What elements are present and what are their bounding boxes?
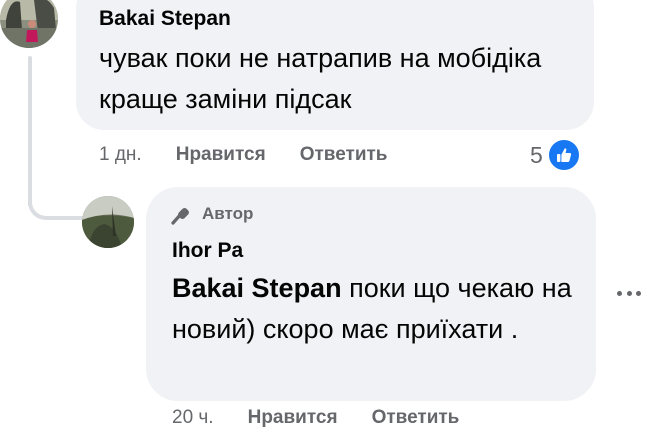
comment-actions: 1 дн. Нравится Ответить <box>99 144 422 166</box>
like-button[interactable]: Нравится <box>176 144 266 166</box>
mention-link[interactable]: Bakai Stepan <box>172 273 342 303</box>
reply-actions: 20 ч. Нравится Ответить <box>172 407 493 429</box>
comment-author[interactable]: Bakai Stepan <box>99 7 231 31</box>
comment-timestamp[interactable]: 1 дн. <box>99 144 142 166</box>
thread-connector-curve <box>28 186 84 220</box>
like-icon <box>546 138 581 172</box>
reply-text: Bakai Stepan поки що чекаю на новий) ско… <box>172 268 582 350</box>
author-badge: Автор <box>170 203 253 225</box>
reply-reply-button[interactable]: Ответить <box>372 407 460 429</box>
reaction-summary[interactable]: 5 <box>530 138 581 172</box>
reply-timestamp[interactable]: 20 ч. <box>172 407 214 429</box>
reaction-count: 5 <box>530 141 543 168</box>
reply-button[interactable]: Ответить <box>300 144 388 166</box>
author-badge-label: Автор <box>202 204 254 223</box>
reply-like-button[interactable]: Нравится <box>248 407 338 429</box>
avatar-replier[interactable] <box>82 196 134 248</box>
comment-text: чувак поки не натрапив на мобідіка краще… <box>99 43 542 114</box>
more-options-icon[interactable] <box>617 283 641 303</box>
reply-author[interactable]: Ihor Pa <box>172 239 243 263</box>
thread-connector-vertical <box>28 56 32 206</box>
avatar-commenter[interactable] <box>0 0 58 48</box>
microphone-icon <box>171 208 189 225</box>
